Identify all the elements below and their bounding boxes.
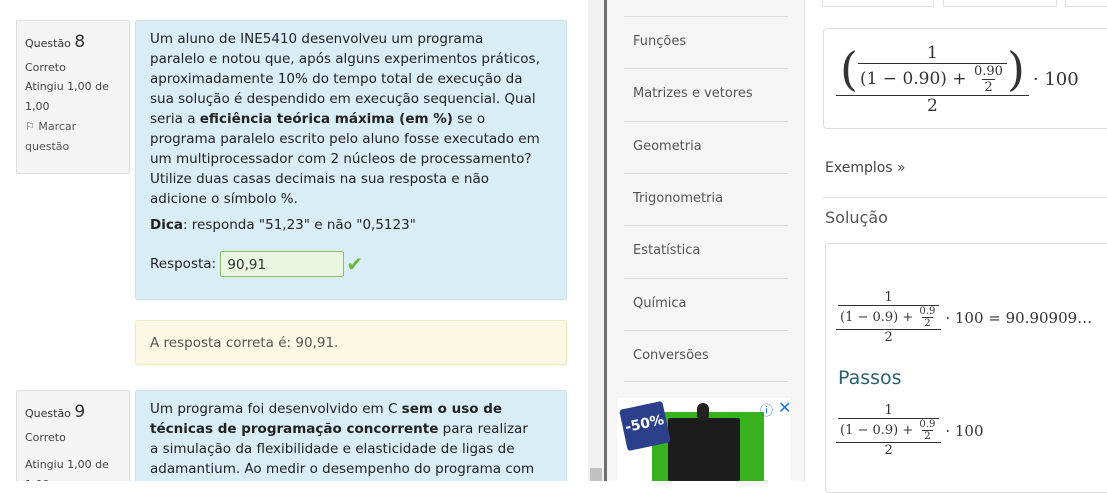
correct-answer-feedback: A resposta correta é: 90,91. [135, 320, 567, 365]
question-9-info: Questão 9 Correto Atingiu 1,00 de 1,00 [16, 390, 130, 481]
divider [822, 197, 1107, 198]
answer-input[interactable]: 90,91 [220, 251, 345, 277]
info-icon[interactable]: ⓘ [760, 400, 773, 419]
menu-item-conversoes[interactable]: Conversões [624, 330, 788, 382]
question-grade: Atingiu 1,00 de 1,00 [25, 80, 109, 114]
answer-label: Resposta: [150, 256, 217, 272]
menu-item-matrizes[interactable]: Matrizes e vetores [624, 68, 788, 120]
hint: Dica: responda "51,23" e não "0,5123" [150, 217, 416, 233]
tab-button[interactable] [943, 0, 1057, 7]
question-status: Correto [25, 60, 66, 74]
steps-title: Passos [838, 367, 902, 389]
question-body: Um programa foi desenvolvido em C sem o … [150, 401, 535, 477]
question-number: Questão 8 [25, 32, 86, 52]
checkmark-icon: ✔ [346, 252, 364, 276]
ad-discount-badge: -50% [619, 400, 671, 452]
menu-item-funcoes[interactable]: Funções [624, 16, 788, 68]
ad-product-mouse [697, 403, 709, 421]
menu-top-divider [624, 0, 788, 17]
step-expression: 1 (1 − 0.9) + 0.9 2 2 · 100 [836, 403, 984, 458]
scrollbar-thumb[interactable] [590, 468, 602, 481]
expression-display: ( 1 (1 − 0.90) + 0.90 2 ) 2 · 100 [836, 34, 1079, 124]
solution-title: Solução [825, 208, 888, 227]
tab-button[interactable] [1065, 0, 1107, 7]
examples-link[interactable]: Exemplos » [825, 160, 906, 176]
quiz-pane: Questão 8 Correto Atingiu 1,00 de 1,00 ⚐… [0, 0, 590, 481]
tab-button[interactable] [822, 0, 934, 7]
question-grade: Atingiu 1,00 de 1,00 [25, 458, 109, 481]
question-status: Correto [25, 430, 66, 444]
menu-item-estatistica[interactable]: Estatística [624, 225, 788, 277]
menu-item-trigonometria[interactable]: Trigonometria [624, 173, 788, 225]
question-number: Questão 9 [25, 402, 86, 422]
question-9-text: Um programa foi desenvolvido em C sem o … [135, 390, 567, 481]
flag-question-link[interactable]: ⚐ Marcar questão [25, 117, 121, 157]
solution-result: 1 (1 − 0.9) + 0.9 2 2 · 100 = 90.90909… [836, 290, 1092, 345]
menu-item-geometria[interactable]: Geometria [624, 121, 788, 173]
close-icon[interactable]: ✕ [778, 398, 791, 417]
scrollbar[interactable] [588, 0, 604, 481]
ad-product-box [668, 418, 740, 481]
question-8-text: Um aluno de INE5410 desenvolveu um progr… [135, 20, 567, 300]
answer-row: Resposta: 90,91 ✔ [150, 251, 552, 277]
flag-icon: ⚐ [25, 120, 35, 134]
question-8-info: Questão 8 Correto Atingiu 1,00 de 1,00 ⚐… [16, 20, 130, 174]
menu-item-quimica[interactable]: Química [624, 278, 788, 330]
question-body: Um aluno de INE5410 desenvolveu um progr… [150, 31, 540, 207]
